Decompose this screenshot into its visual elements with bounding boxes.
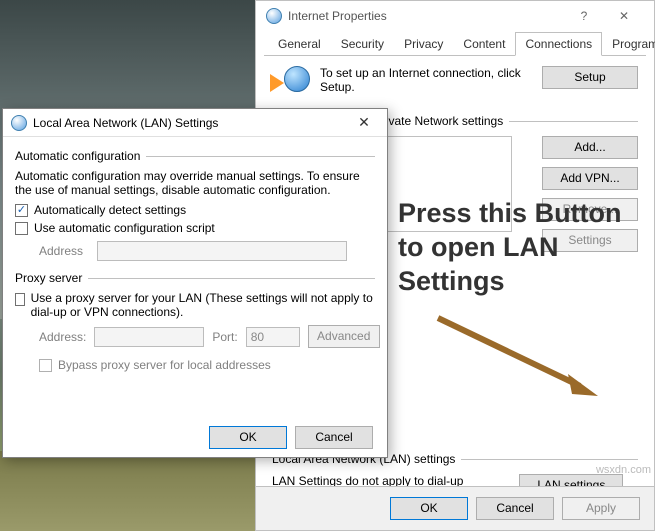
- cancel-button[interactable]: Cancel: [476, 497, 554, 520]
- lan-window-title: Local Area Network (LAN) Settings: [33, 116, 218, 130]
- use-proxy-checkbox[interactable]: [15, 293, 25, 306]
- help-button[interactable]: ?: [564, 2, 604, 30]
- tab-security[interactable]: Security: [331, 32, 394, 56]
- lan-settings-window: Local Area Network (LAN) Settings ✕ Auto…: [2, 108, 388, 458]
- lan-ok-button[interactable]: OK: [209, 426, 287, 449]
- proxy-address-input: [94, 327, 204, 347]
- proxy-address-label: Address:: [39, 330, 86, 344]
- auto-detect-label: Automatically detect settings: [34, 203, 186, 217]
- use-script-label: Use automatic configuration script: [34, 221, 215, 235]
- close-icon[interactable]: ✕: [349, 112, 379, 134]
- internet-properties-title: Internet Properties: [288, 9, 387, 23]
- tab-general[interactable]: General: [268, 32, 331, 56]
- ok-button[interactable]: OK: [390, 497, 468, 520]
- proxy-group-label: Proxy server: [15, 271, 82, 285]
- close-button[interactable]: ✕: [604, 2, 644, 30]
- add-button[interactable]: Add...: [542, 136, 638, 159]
- lan-cancel-button[interactable]: Cancel: [295, 426, 373, 449]
- tab-content[interactable]: Content: [453, 32, 515, 56]
- use-proxy-label: Use a proxy server for your LAN (These s…: [31, 291, 375, 319]
- tabs-row: General Security Privacy Content Connect…: [264, 31, 646, 56]
- script-address-input: [97, 241, 347, 261]
- lan-window-icon: [11, 115, 27, 131]
- bypass-proxy-checkbox: [39, 359, 52, 372]
- setup-button[interactable]: Setup: [542, 66, 638, 89]
- auto-detect-checkbox[interactable]: [15, 204, 28, 217]
- globe-arrow-icon: [272, 66, 310, 100]
- tab-privacy[interactable]: Privacy: [394, 32, 453, 56]
- annotation-callout: Press this Button to open LAN Settings: [398, 197, 628, 298]
- internet-properties-titlebar[interactable]: Internet Properties ? ✕: [256, 1, 654, 31]
- watermark: wsxdn.com: [596, 464, 651, 476]
- proxy-advanced-button: Advanced: [308, 325, 380, 348]
- script-address-label: Address: [39, 244, 89, 258]
- setup-description: To set up an Internet connection, click …: [320, 66, 532, 94]
- add-vpn-button[interactable]: Add VPN...: [542, 167, 638, 190]
- apply-button: Apply: [562, 497, 640, 520]
- proxy-port-input: 80: [246, 327, 300, 347]
- auto-config-group-label: Automatic configuration: [15, 149, 140, 163]
- tab-programs[interactable]: Programs: [602, 32, 655, 56]
- auto-config-description: Automatic configuration may override man…: [15, 169, 375, 197]
- tab-connections[interactable]: Connections: [515, 32, 602, 56]
- use-script-checkbox[interactable]: [15, 222, 28, 235]
- proxy-port-label: Port:: [212, 330, 237, 344]
- bypass-proxy-label: Bypass proxy server for local addresses: [58, 358, 271, 372]
- internet-options-icon: [266, 8, 282, 24]
- lan-titlebar[interactable]: Local Area Network (LAN) Settings ✕: [3, 109, 387, 137]
